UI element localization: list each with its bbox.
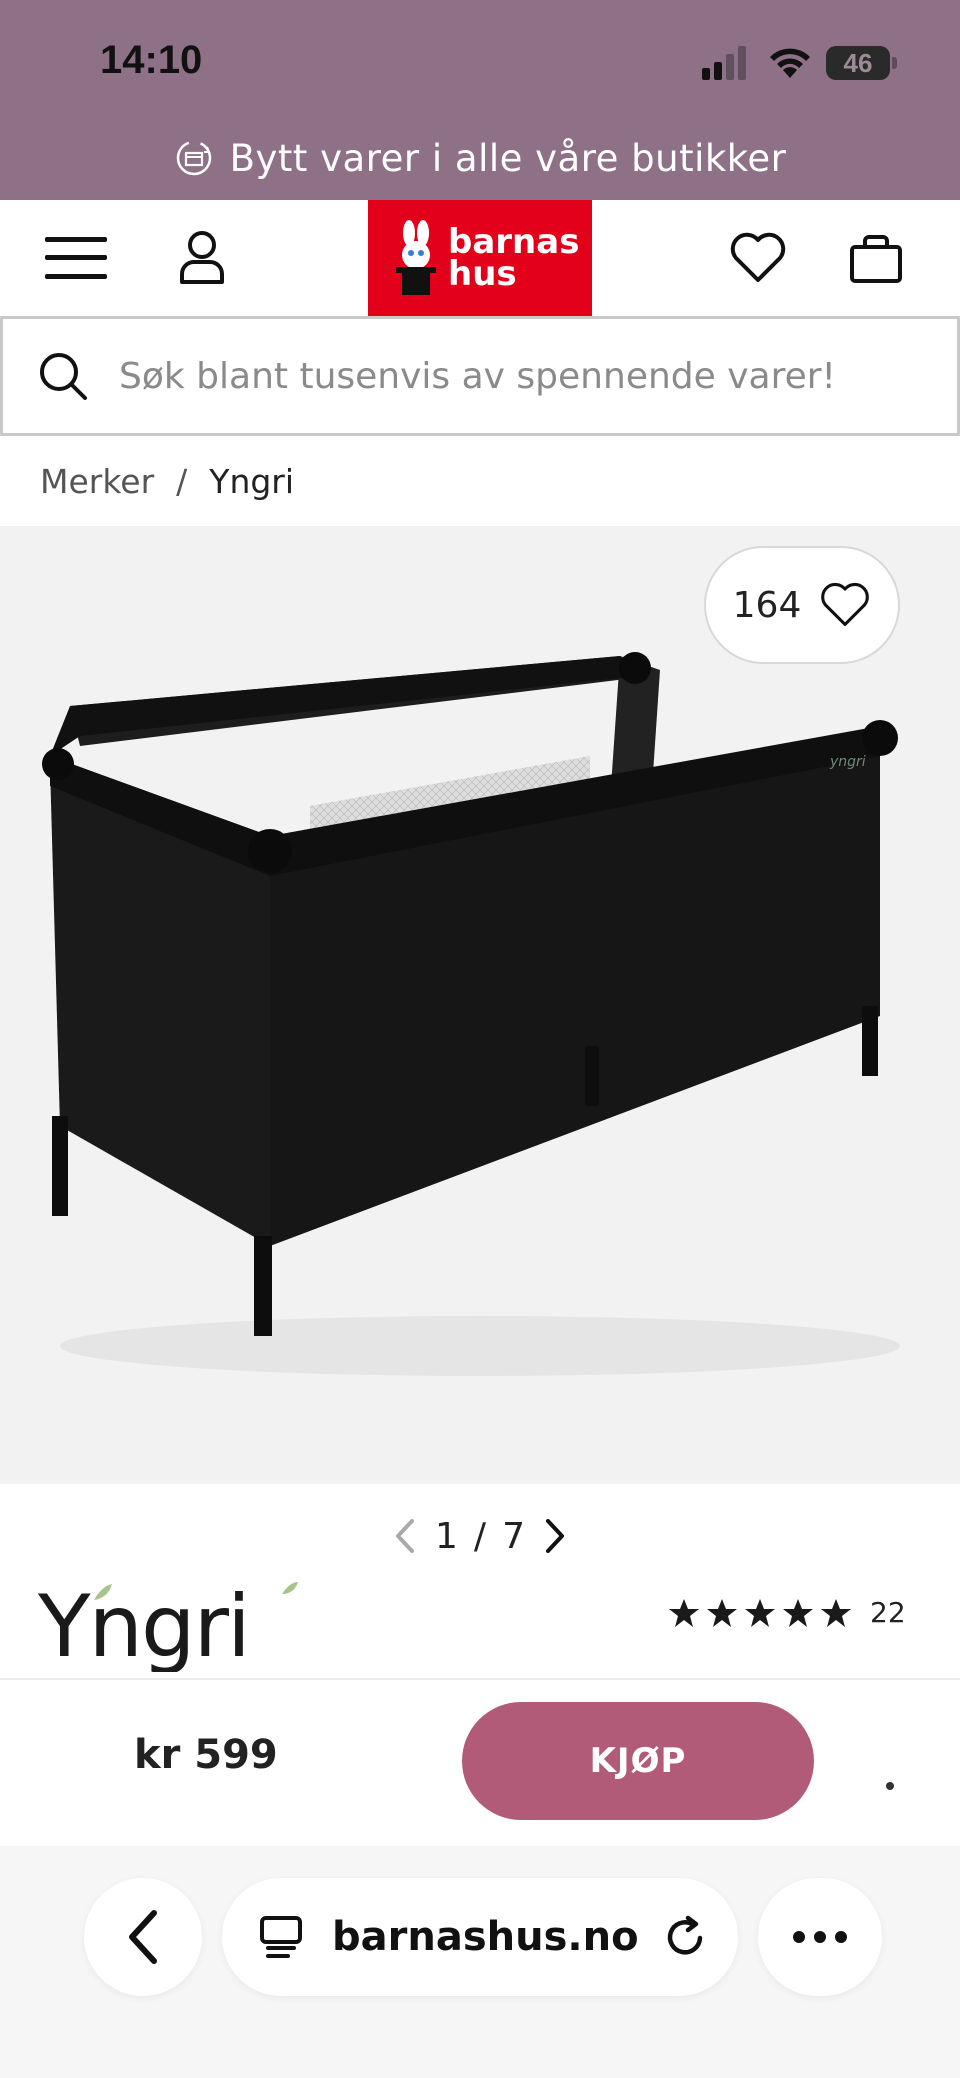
more-indicator-dot [886,1782,894,1790]
product-image-travel-cot: yngri [42,652,900,1376]
product-rating[interactable]: 22 [668,1596,906,1629]
svg-text:yngri: yngri [829,754,866,770]
browser-more-button[interactable] [758,1878,882,1996]
exchange-box-icon [176,140,211,176]
total-images: 7 [502,1515,525,1557]
product-page: 14:10 46 Bytt varer i alle våre butikker… [0,0,960,2078]
promo-banner[interactable]: Bytt varer i alle våre butikker [0,128,960,188]
search-icon [40,353,87,400]
star-icon [707,1598,737,1627]
previous-image-button[interactable] [391,1514,419,1558]
rating-count: 22 [870,1596,906,1629]
browser-address-bar[interactable]: barnashus.no [222,1878,738,1996]
star-icon [745,1598,775,1627]
search-bar[interactable] [0,316,960,436]
browser-toolbar: barnashus.no [0,1846,960,2078]
shopping-bag-icon [850,235,902,283]
cellular-signal-icon [702,46,746,80]
breadcrumb-separator: / [176,461,188,501]
leaf-accent-icon-2 [282,1582,298,1594]
user-icon [180,231,224,284]
status-and-promo-bar: 14:10 46 Bytt varer i alle våre butikker [0,0,960,200]
chevron-right-icon [545,1519,564,1553]
breadcrumb-current: Yngri [209,461,295,501]
gallery-pager: 1 / 7 [380,1508,580,1564]
barnas-hus-logo[interactable]: barnas hus [368,200,592,316]
battery-indicator: 46 [826,46,897,80]
browser-url: barnashus.no [332,1914,639,1960]
hamburger-menu-icon [45,237,107,279]
rating-stars [668,1597,852,1629]
current-image-index: 1 [435,1515,458,1557]
browser-back-button[interactable] [84,1878,202,1996]
breadcrumb-link-merker[interactable]: Merker [40,462,154,501]
star-icon [783,1598,813,1627]
buy-button[interactable]: KJØP [462,1702,814,1820]
account-button[interactable] [162,220,242,296]
status-time: 14:10 [100,38,203,82]
sticky-buy-bar: kr 599 KJØP [0,1678,960,1846]
page-settings-icon [260,1916,302,1958]
heart-icon [821,582,870,627]
chevron-left-icon [396,1519,415,1553]
product-price: kr 599 [134,1732,278,1778]
cart-button[interactable] [836,220,916,296]
heart-icon [730,232,786,282]
breadcrumb: Merker / Yngri [40,456,294,506]
battery-level: 46 [843,48,873,78]
next-image-button[interactable] [541,1514,569,1558]
product-image-gallery[interactable]: 164 yngri [0,526,960,1484]
rabbit-in-hat-icon [396,220,436,295]
star-icon [669,1598,699,1627]
menu-button[interactable] [36,220,116,296]
promo-text: Bytt varer i alle våre butikker [229,136,787,180]
battery-tip [892,57,897,69]
star-icon [821,1598,851,1627]
brand-logo-text: Yngri [37,1580,249,1672]
favorite-count: 164 [732,584,802,626]
wishlist-button[interactable] [718,220,798,296]
wifi-icon [770,48,810,78]
logo-wordmark: barnas hus [448,225,579,294]
more-dots-icon [793,1931,847,1943]
logo-line-2: hus [448,254,517,294]
site-header: barnas hus [0,200,960,316]
chevron-left-icon [129,1910,157,1964]
pager-separator: / [473,1515,487,1557]
yngri-brand-logo[interactable]: Yngri [36,1580,306,1672]
search-input[interactable] [119,355,919,397]
reload-icon[interactable] [662,1914,708,1960]
